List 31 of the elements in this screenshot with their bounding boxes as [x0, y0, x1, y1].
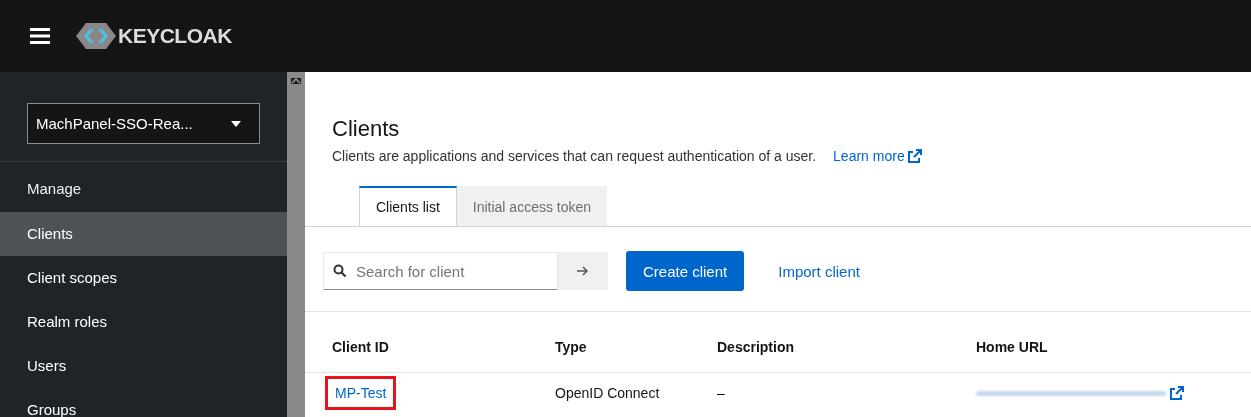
- nav-item[interactable]: Realm roles: [0, 300, 287, 344]
- scroll-up-icon[interactable]: [291, 78, 301, 84]
- external-link-icon[interactable]: [1170, 386, 1184, 400]
- nav-item[interactable]: Users: [0, 344, 287, 388]
- client-id-link[interactable]: MP-Test: [325, 376, 397, 410]
- menu-icon[interactable]: [30, 28, 50, 44]
- learn-more-link[interactable]: Learn more: [833, 148, 922, 164]
- create-client-button[interactable]: Create client: [626, 251, 745, 291]
- logo-text: KEYCLOAK: [118, 24, 232, 48]
- table-cell-text: OpenID Connect: [555, 385, 661, 401]
- page-description: Clients are applications and services that can request authentication of a user.: [332, 148, 817, 164]
- table-cell-text: –: [717, 385, 726, 401]
- page-title: Clients: [332, 116, 401, 142]
- realm-dropdown[interactable]: MachPanel-SSO-Rea...: [27, 103, 260, 144]
- search-field[interactable]: Search for client: [323, 252, 558, 290]
- column-header: Home URL: [976, 339, 1049, 355]
- external-link-icon: [907, 149, 922, 163]
- scrollbar[interactable]: [287, 72, 305, 417]
- nav-item[interactable]: Client scopes: [0, 256, 287, 300]
- nav-heading: Manage: [26, 179, 83, 199]
- arrow-right-icon: [577, 265, 589, 276]
- column-header: Type: [555, 339, 588, 355]
- tab[interactable]: Initial access token: [456, 186, 608, 226]
- column-header: Description: [717, 339, 795, 355]
- tab[interactable]: Clients list: [359, 186, 457, 226]
- import-client-link[interactable]: Import client: [778, 262, 860, 280]
- caret-icon: [231, 120, 241, 127]
- column-header: Client ID: [331, 339, 390, 355]
- search-icon: [333, 264, 347, 278]
- nav-item[interactable]: Clients: [0, 212, 287, 256]
- logo-icon: [76, 21, 116, 51]
